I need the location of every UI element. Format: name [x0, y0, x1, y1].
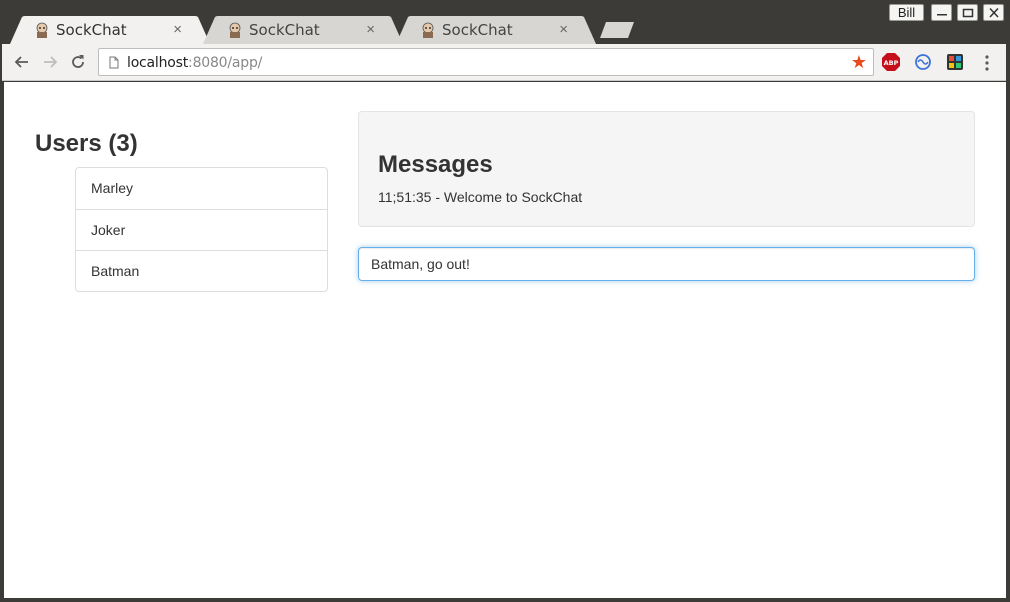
- web-page: Users (3) Marley Joker Batman Messages 1…: [4, 82, 1006, 598]
- maximize-icon: [962, 8, 974, 18]
- back-arrow-icon[interactable]: [12, 52, 32, 72]
- forward-arrow-icon[interactable]: [40, 52, 60, 72]
- user-list: Marley Joker Batman: [75, 167, 328, 292]
- tab-title: SockChat: [249, 21, 320, 39]
- user-list-item[interactable]: Joker: [76, 209, 327, 250]
- url-path: :8080/app/: [188, 55, 263, 71]
- tab-title: SockChat: [56, 21, 127, 39]
- tab-inactive-1[interactable]: SockChat ×: [203, 16, 403, 44]
- socks-favicon-icon: [422, 22, 434, 38]
- new-tab-button[interactable]: [600, 22, 634, 38]
- users-heading: Users (3): [35, 130, 138, 157]
- browser-window: SockChat × SockChat × SockChat × Bill lo…: [0, 0, 1010, 602]
- close-icon: [989, 8, 999, 18]
- minimize-button[interactable]: [931, 4, 952, 21]
- message-input[interactable]: [358, 247, 975, 281]
- url-text: localhost:8080/app/: [127, 55, 262, 71]
- adblock-icon[interactable]: ABP: [881, 52, 901, 72]
- socks-favicon-icon: [36, 22, 48, 38]
- user-list-item[interactable]: Batman: [76, 250, 327, 291]
- messages-heading: Messages: [378, 151, 493, 178]
- tab-strip: SockChat × SockChat × SockChat × Bill: [0, 0, 1010, 44]
- socks-favicon-icon: [229, 22, 241, 38]
- bookmark-star-icon[interactable]: ★: [851, 53, 867, 71]
- menu-dots-icon[interactable]: [982, 53, 992, 73]
- window-bottom-border: [0, 598, 1010, 602]
- message-item: 11;51:35 - Welcome to SockChat: [378, 189, 583, 205]
- tab-close-icon[interactable]: ×: [559, 22, 568, 38]
- messages-panel: Messages 11;51:35 - Welcome to SockChat: [358, 111, 975, 227]
- tab-active[interactable]: SockChat ×: [10, 16, 210, 44]
- address-bar[interactable]: localhost:8080/app/ ★: [98, 48, 874, 76]
- browser-toolbar: localhost:8080/app/ ★ ABP: [2, 44, 1006, 81]
- page-icon: [109, 56, 119, 69]
- tab-inactive-2[interactable]: SockChat ×: [396, 16, 596, 44]
- tab-close-icon[interactable]: ×: [366, 22, 375, 38]
- sync-icon[interactable]: [913, 52, 933, 72]
- tab-close-icon[interactable]: ×: [173, 22, 182, 38]
- reload-icon[interactable]: [68, 52, 88, 72]
- extension-icon[interactable]: [945, 52, 965, 72]
- profile-button[interactable]: Bill: [889, 4, 924, 21]
- maximize-button[interactable]: [957, 4, 978, 21]
- close-window-button[interactable]: [983, 4, 1004, 21]
- url-host: localhost: [127, 55, 189, 71]
- user-list-item[interactable]: Marley: [76, 168, 327, 209]
- svg-text:ABP: ABP: [884, 59, 899, 67]
- tab-title: SockChat: [442, 21, 513, 39]
- minimize-icon: [937, 14, 947, 16]
